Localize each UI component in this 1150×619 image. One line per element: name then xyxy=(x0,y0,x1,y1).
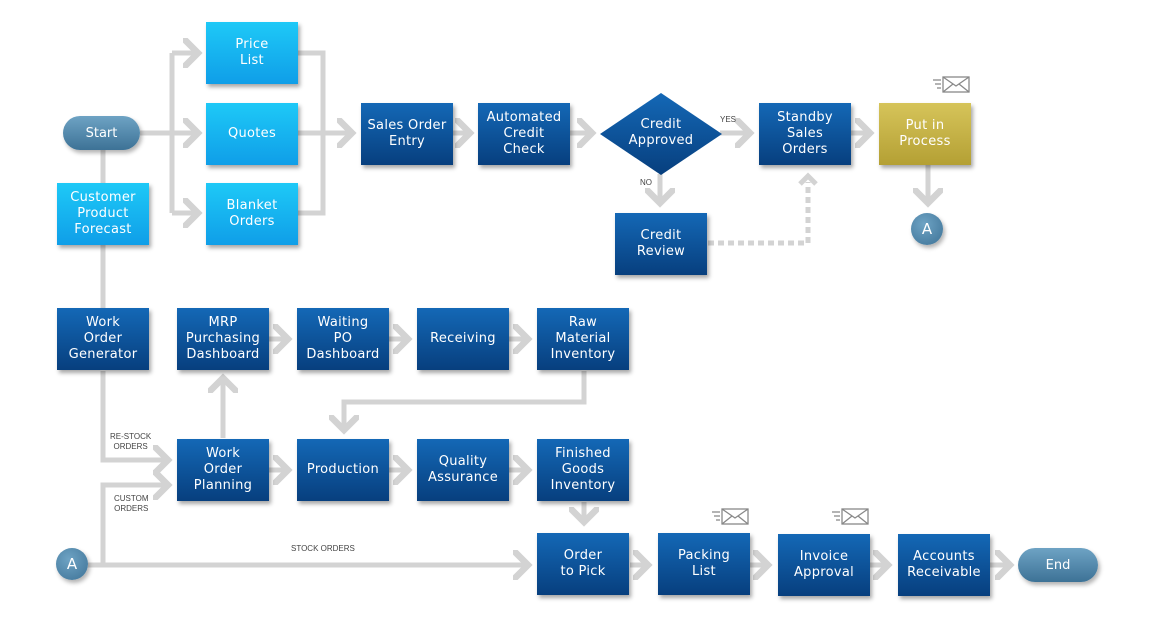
customer-product-forecast-box: Customer Product Forecast xyxy=(57,183,149,245)
quotes-box: Quotes xyxy=(206,103,298,165)
erp-order-flow-diagram: Start Price List Quotes Blanket Orders C… xyxy=(0,0,1150,619)
packing-list-box: Packing List xyxy=(658,533,750,595)
stock-orders-label: STOCK ORDERS xyxy=(291,544,355,553)
order-to-pick-box: Order to Pick xyxy=(537,533,629,595)
accounts-receivable-box: Accounts Receivable xyxy=(898,534,990,596)
email-send-icon xyxy=(933,76,970,93)
no-label: NO xyxy=(640,178,652,187)
email-send-icon xyxy=(712,508,749,525)
blanket-orders-box: Blanket Orders xyxy=(206,183,298,245)
connector-a-top: A xyxy=(911,213,943,245)
work-order-planning-box: Work Order Planning xyxy=(177,439,269,501)
dotted-credit-review-to-standby xyxy=(708,182,811,246)
automated-credit-check-box: Automated Credit Check xyxy=(478,103,570,165)
start-terminator: Start xyxy=(63,116,140,150)
invoice-approval-box: Invoice Approval xyxy=(778,534,870,596)
put-in-process-box: Put in Process xyxy=(879,103,971,165)
email-send-icon xyxy=(832,508,869,525)
sales-order-entry-box: Sales Order Entry xyxy=(361,103,453,165)
yes-label: YES xyxy=(720,115,737,124)
custom-orders-label: CUSTOM ORDERS xyxy=(114,494,149,513)
standby-sales-orders-box: Standby Sales Orders xyxy=(759,103,851,165)
receiving-box: Receiving xyxy=(417,308,509,370)
price-list-box: Price List xyxy=(206,22,298,84)
connector-a-bottom: A xyxy=(56,548,88,580)
finished-goods-inventory-box: Finished Goods Inventory xyxy=(537,439,629,501)
end-terminator: End xyxy=(1018,548,1098,582)
work-order-generator-box: Work Order Generator xyxy=(57,308,149,370)
mrp-purchasing-dashboard-box: MRP Purchasing Dashboard xyxy=(177,308,269,370)
raw-material-inventory-box: Raw Material Inventory xyxy=(537,308,629,370)
credit-approved-label: Credit Approved xyxy=(628,117,694,148)
credit-review-box: Credit Review xyxy=(615,213,707,275)
quality-assurance-box: Quality Assurance xyxy=(417,439,509,501)
line-raw-to-production xyxy=(344,371,587,430)
waiting-po-dashboard-box: Waiting PO Dashboard xyxy=(297,308,389,370)
production-box: Production xyxy=(297,439,389,501)
restock-orders-label: RE-STOCK ORDERS xyxy=(110,432,152,451)
